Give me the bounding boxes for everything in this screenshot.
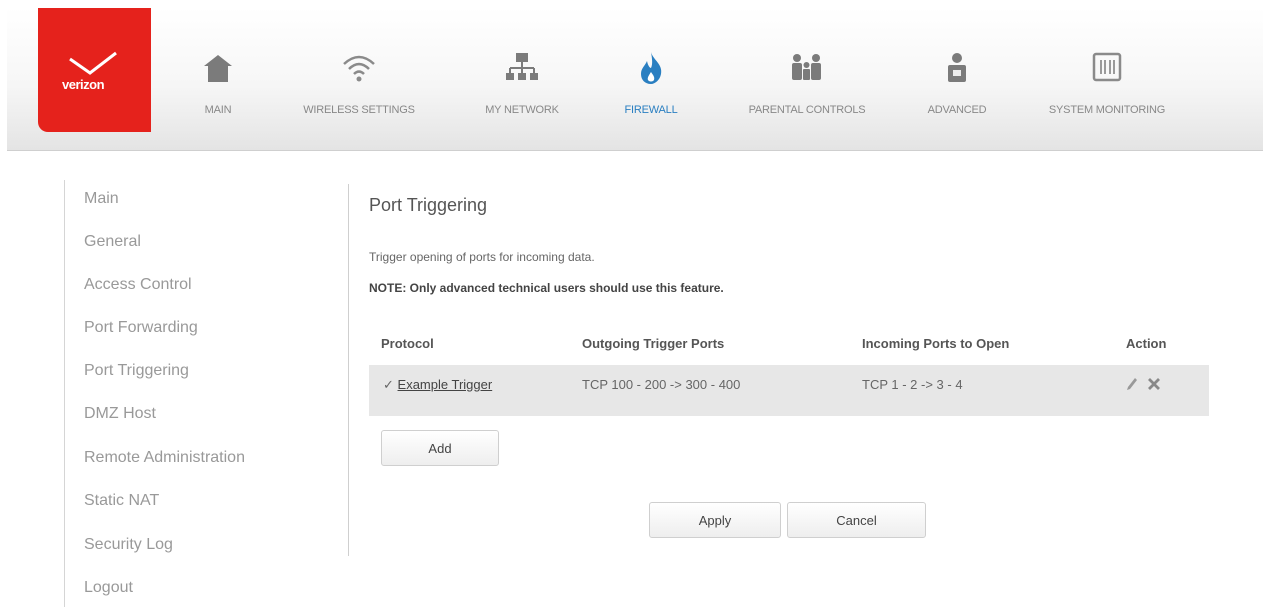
incoming-ports-cell: TCP 1 - 2 -> 3 - 4 [862, 377, 963, 392]
edit-pencil-icon[interactable] [1126, 377, 1138, 391]
top-header: verizon MAIN WIRELESS SETTINGS MY NETWOR… [7, 8, 1263, 151]
sidebar-item-dmz-host[interactable]: DMZ Host [84, 405, 156, 423]
add-button[interactable]: Add [381, 430, 499, 466]
sidebar-item-logout[interactable]: Logout [84, 579, 133, 597]
nav-system-monitoring[interactable]: SYSTEM MONITORING [1027, 50, 1187, 130]
nav-wireless-settings[interactable]: WIRELESS SETTINGS [279, 50, 439, 130]
delete-x-icon[interactable] [1147, 377, 1161, 391]
verizon-logo[interactable]: verizon [38, 8, 151, 132]
sidebar-item-port-forwarding[interactable]: Port Forwarding [84, 319, 198, 337]
page-title: Port Triggering [369, 195, 488, 215]
sidebar-item-access-control[interactable]: Access Control [84, 276, 192, 294]
sidebar-item-remote-administration[interactable]: Remote Administration [84, 449, 245, 467]
monitor-icon [1092, 52, 1122, 82]
nav-label: WIRELESS SETTINGS [303, 104, 415, 116]
sidebar-item-general[interactable]: General [84, 233, 141, 251]
logo-check-icon [69, 51, 117, 75]
page-description: Trigger opening of ports for incoming da… [369, 250, 595, 264]
sidebar-item-static-nat[interactable]: Static NAT [84, 492, 159, 510]
outgoing-ports-cell: TCP 100 - 200 -> 300 - 400 [582, 377, 741, 392]
network-icon [506, 53, 538, 80]
warning-note: NOTE: Only advanced technical users shou… [369, 281, 724, 295]
enabled-check-icon[interactable]: ✓ [383, 377, 394, 392]
user-icon [948, 53, 966, 82]
flame-icon [641, 52, 662, 84]
sidebar: Main General Access Control Port Forward… [64, 180, 284, 607]
nav-label: ADVANCED [927, 104, 987, 116]
sidebar-item-security-log[interactable]: Security Log [84, 536, 173, 554]
nav-my-network[interactable]: MY NETWORK [467, 50, 577, 130]
column-header-action: Action [1126, 336, 1167, 351]
family-icon [792, 54, 821, 80]
nav-advanced[interactable]: ADVANCED [915, 50, 999, 130]
sidebar-item-port-triggering[interactable]: Port Triggering [84, 362, 189, 380]
sidebar-item-main[interactable]: Main [84, 190, 119, 208]
column-header-outgoing: Outgoing Trigger Ports [582, 336, 725, 351]
nav-label: PARENTAL CONTROLS [748, 104, 866, 116]
nav-firewall[interactable]: FIREWALL [609, 50, 693, 130]
content-divider [348, 184, 349, 556]
logo-text: verizon [62, 77, 105, 92]
column-header-protocol: Protocol [381, 336, 434, 351]
nav-label: MY NETWORK [485, 104, 559, 116]
cancel-button[interactable]: Cancel [787, 502, 926, 538]
nav-label: SYSTEM MONITORING [1048, 104, 1166, 116]
nav-main[interactable]: MAIN [185, 50, 251, 130]
house-icon [204, 55, 232, 82]
rule-name-cell: ✓ Example Trigger [383, 377, 492, 393]
nav-parental-controls[interactable]: PARENTAL CONTROLS [723, 50, 891, 130]
column-header-incoming: Incoming Ports to Open [862, 336, 1010, 351]
wifi-icon [343, 55, 375, 82]
apply-button[interactable]: Apply [649, 502, 781, 538]
nav-label: FIREWALL [624, 104, 678, 116]
rule-name-link[interactable]: Example Trigger [398, 377, 493, 392]
table-row [369, 365, 1209, 416]
nav-label: MAIN [204, 104, 232, 116]
